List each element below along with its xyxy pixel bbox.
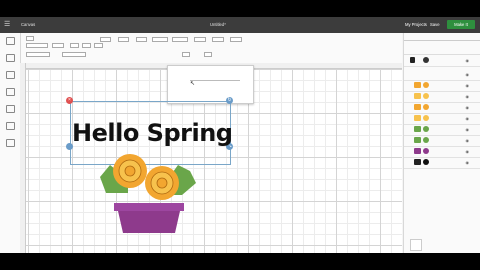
- layer-swatch: [414, 82, 421, 88]
- design-space-app: ☰ Canvas Untitled* My Projects Save Make…: [0, 17, 480, 253]
- top-bar: ☰ Canvas Untitled* My Projects Save Make…: [0, 17, 480, 33]
- left-sidebar: [0, 33, 21, 253]
- size-width-field[interactable]: [150, 37, 168, 42]
- font-select[interactable]: [24, 43, 48, 48]
- eye-icon[interactable]: ◉: [466, 160, 470, 165]
- layer-swatch: [414, 137, 421, 143]
- templates-icon: [5, 54, 15, 62]
- new-icon: [5, 37, 15, 45]
- sidebar-item-shapes[interactable]: [3, 122, 17, 135]
- pot-rim: [114, 203, 184, 211]
- layer-swatch: [414, 148, 421, 154]
- canvas-title: Canvas: [21, 22, 36, 27]
- layer-color-dot[interactable]: [423, 137, 429, 143]
- close-icon[interactable]: ×: [66, 97, 73, 104]
- vertical-ruler: [20, 63, 26, 253]
- menu-icon[interactable]: ☰: [4, 21, 11, 28]
- letter-space-field[interactable]: [80, 43, 91, 48]
- style-select[interactable]: [50, 43, 64, 48]
- fill-select[interactable]: [60, 52, 86, 57]
- projects-icon: [5, 71, 15, 79]
- position-x-field[interactable]: [210, 37, 224, 42]
- layers-panel: ◉ ◉ ◉ ◉ ◉ ◉ ◉ ◉ ◉ ◉: [403, 33, 480, 253]
- layer-color-dot[interactable]: [423, 93, 429, 99]
- eye-icon[interactable]: ◉: [466, 105, 470, 110]
- layer-color-dot[interactable]: [423, 57, 429, 63]
- sidebar-item-text[interactable]: [3, 105, 17, 118]
- eye-icon[interactable]: ◉: [466, 138, 470, 143]
- rotate-icon[interactable]: ↻: [226, 97, 233, 104]
- save-button[interactable]: Save: [430, 22, 440, 27]
- curve-button[interactable]: [180, 52, 190, 57]
- eye-icon[interactable]: ◉: [466, 94, 470, 99]
- undo-control[interactable]: [24, 36, 34, 41]
- eye-icon[interactable]: ◉: [466, 83, 470, 88]
- edit-toolbar: [20, 33, 402, 64]
- eye-icon[interactable]: ◉: [466, 72, 470, 77]
- text-icon: [5, 105, 15, 113]
- eye-icon[interactable]: ◉: [466, 149, 470, 154]
- eye-icon[interactable]: ◉: [466, 58, 470, 63]
- popup-slider[interactable]: [190, 80, 240, 81]
- sidebar-item-projects[interactable]: [3, 71, 17, 84]
- layer-swatch: [414, 126, 421, 132]
- position-y-field[interactable]: [228, 37, 242, 42]
- images-icon: [5, 88, 15, 96]
- layer-row[interactable]: ◉: [404, 157, 480, 169]
- font-size-field[interactable]: [68, 43, 79, 48]
- line-space-field[interactable]: [92, 43, 103, 48]
- flower-right: [145, 166, 179, 200]
- pot-body: [118, 211, 180, 233]
- layer-color-dot[interactable]: [423, 126, 429, 132]
- layer-color-dot[interactable]: [423, 148, 429, 154]
- align-control[interactable]: [98, 37, 111, 42]
- sidebar-item-templates[interactable]: [3, 54, 17, 67]
- layer-actions: [404, 40, 480, 55]
- layer-swatch: [414, 93, 421, 99]
- letter-spacing-popup: ↖: [167, 65, 254, 104]
- layer-color-dot[interactable]: [423, 82, 429, 88]
- hello-spring-text[interactable]: Hello Spring: [72, 121, 233, 145]
- eye-icon[interactable]: ◉: [466, 127, 470, 132]
- shapes-icon: [5, 122, 15, 130]
- layer-bottom-actions: [404, 247, 480, 253]
- linetype-select[interactable]: [24, 52, 50, 57]
- layer-swatch: [414, 159, 421, 165]
- layer-swatch: [414, 115, 421, 121]
- sidebar-item-new[interactable]: [3, 37, 17, 50]
- layer-color-dot[interactable]: [423, 159, 429, 165]
- rotate-field[interactable]: [192, 37, 206, 42]
- size-height-field[interactable]: [170, 37, 188, 42]
- sidebar-item-upload[interactable]: [3, 139, 17, 152]
- document-title: Untitled*: [210, 22, 226, 27]
- sidebar-item-images[interactable]: [3, 88, 17, 101]
- arrange-control[interactable]: [116, 37, 129, 42]
- make-it-button[interactable]: Make It: [447, 20, 475, 29]
- layer-swatch: [410, 57, 415, 63]
- flower-left: [113, 154, 147, 188]
- layer-color-dot[interactable]: [423, 104, 429, 110]
- upload-icon: [5, 139, 15, 147]
- flip-control[interactable]: [134, 37, 147, 42]
- layer-row-text[interactable]: ◉: [404, 55, 480, 67]
- my-projects-button[interactable]: My Projects: [405, 22, 427, 27]
- eye-icon[interactable]: ◉: [466, 116, 470, 121]
- mouse-cursor-icon: ↖: [190, 81, 196, 87]
- layer-swatch: [414, 104, 421, 110]
- advanced-button[interactable]: [202, 52, 212, 57]
- flower-pot-graphic[interactable]: [98, 143, 198, 235]
- layer-color-dot[interactable]: [423, 115, 429, 121]
